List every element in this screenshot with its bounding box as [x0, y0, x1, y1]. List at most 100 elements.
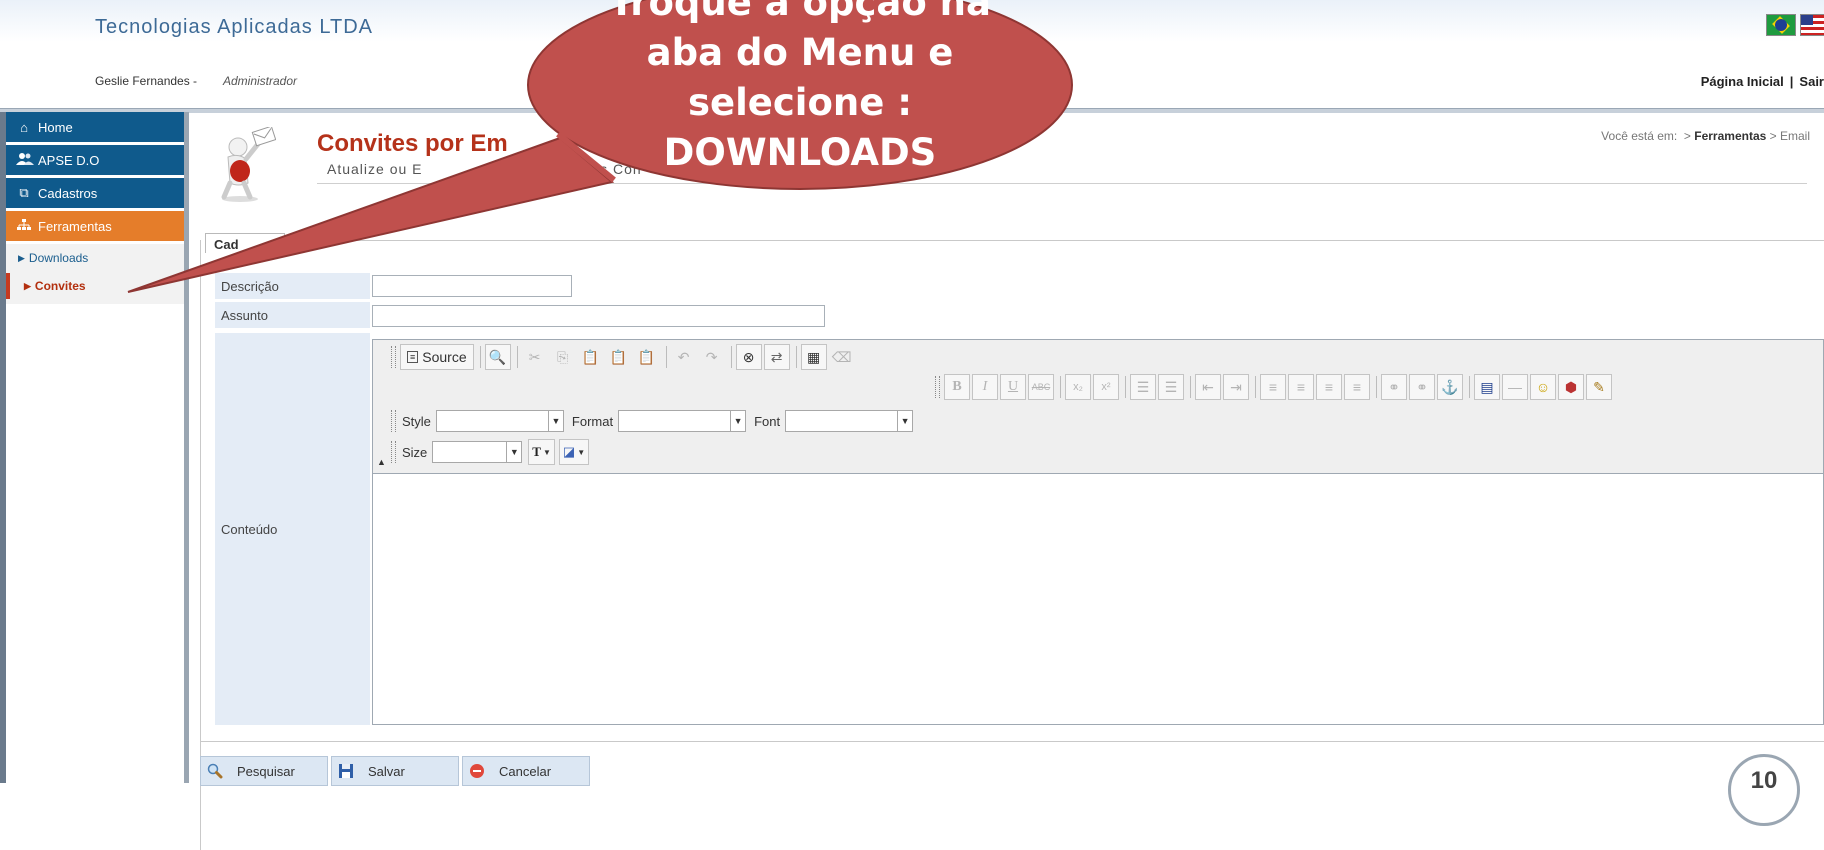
chevron-right-icon: ▶	[18, 252, 25, 263]
page-break-icon[interactable]: ✎	[1586, 374, 1612, 400]
replace-icon[interactable]: ⇄	[763, 344, 790, 370]
chevron-down-icon: ▼	[577, 447, 586, 457]
tab-cadastro[interactable]: Cad	[205, 233, 285, 253]
horizontal-rule-icon[interactable]: ―	[1502, 374, 1528, 400]
align-justify-icon[interactable]: ≡	[1344, 374, 1370, 400]
usa-flag-icon[interactable]	[1800, 14, 1824, 36]
superscript-icon[interactable]: x²	[1093, 374, 1119, 400]
select-all-icon[interactable]: ▦	[800, 344, 827, 370]
align-center-icon[interactable]: ≡	[1288, 374, 1314, 400]
toolbar-separator	[516, 346, 518, 368]
submenu-item-label: Convites	[34, 279, 86, 293]
underline-icon[interactable]: U	[1000, 374, 1026, 400]
size-value	[433, 442, 506, 462]
submenu-item-label: Downloads	[28, 251, 89, 265]
smiley-icon[interactable]: ☺	[1530, 374, 1556, 400]
logout-link[interactable]: Sair	[1799, 74, 1824, 89]
special-char-icon[interactable]: ⬢	[1558, 374, 1584, 400]
tab-divider	[205, 240, 1824, 241]
search-button[interactable]: Pesquisar	[200, 756, 328, 786]
link-icon[interactable]: ⚭	[1381, 374, 1407, 400]
submenu-item-convites[interactable]: ▶ Convites	[6, 273, 184, 299]
save-button[interactable]: Salvar	[331, 756, 459, 786]
floppy-disk-icon	[338, 763, 354, 779]
bold-icon[interactable]: B	[944, 374, 970, 400]
rich-text-editor: ≡ Source 🔍 ✂ ⎘ 📋 📋 📋 ↶ ↷ ⊗ ⇄ ▦ ⌫ B I U A…	[372, 339, 1824, 725]
format-value	[619, 411, 730, 431]
paste-text-icon[interactable]: 📋	[606, 344, 632, 370]
align-right-icon[interactable]: ≡	[1316, 374, 1342, 400]
bulleted-list-icon[interactable]: ☰	[1158, 374, 1184, 400]
paste-word-icon[interactable]: 📋	[634, 344, 660, 370]
preview-icon[interactable]: 🔍	[484, 344, 511, 370]
toolbar-grip	[391, 346, 396, 368]
page-subtitle-start: Atualize ou E	[327, 161, 423, 177]
outdent-icon[interactable]: ⇤	[1195, 374, 1221, 400]
chevron-down-icon: ▼	[897, 411, 912, 431]
background-color-button[interactable]: ◪ ▼	[558, 439, 590, 465]
callout-text: Troque a opção na aba do Menu e selecion…	[520, 0, 1080, 178]
chevron-right-icon: ▶	[24, 280, 31, 291]
toolbar-grip	[391, 410, 396, 432]
breadcrumb-section[interactable]: Ferramentas	[1694, 129, 1766, 143]
search-button-label: Pesquisar	[237, 763, 295, 779]
sidebar-item-ferramentas[interactable]: Ferramentas	[6, 211, 184, 242]
user-name: Geslie Fernandes -	[95, 74, 198, 88]
table-icon[interactable]: ▤	[1474, 374, 1500, 400]
style-value	[437, 411, 548, 431]
cut-icon[interactable]: ✂	[522, 344, 548, 370]
chevron-down-icon: ▼	[730, 411, 745, 431]
indent-icon[interactable]: ⇥	[1223, 374, 1249, 400]
format-label: Format	[571, 413, 614, 429]
size-select[interactable]: ▼	[432, 441, 523, 463]
sidebar-item-apse[interactable]: APSE D.O	[6, 145, 184, 176]
remove-format-icon[interactable]: ⌫	[829, 344, 855, 370]
main-content: Convites por Em Atualize ou Edos Con Voc…	[189, 112, 1824, 850]
font-select[interactable]: ▼	[785, 410, 914, 432]
submenu: ▶ Downloads ▶ Convites	[6, 244, 184, 304]
sidebar-item-cadastros[interactable]: ⧉ Cadastros	[6, 178, 184, 209]
italic-icon[interactable]: I	[972, 374, 998, 400]
source-button[interactable]: ≡ Source	[400, 344, 474, 370]
user-role: Administrador	[223, 74, 298, 88]
collapse-toolbar-icon[interactable]: ▲	[377, 457, 386, 467]
anchor-icon[interactable]: ⚓	[1437, 374, 1463, 400]
style-select[interactable]: ▼	[435, 410, 564, 432]
sidebar-item-home[interactable]: ⌂ Home	[6, 112, 184, 143]
find-icon[interactable]: ⊗	[735, 344, 762, 370]
toolbar-separator	[795, 346, 797, 368]
assunto-label: Assunto	[215, 302, 370, 328]
align-left-icon[interactable]: ≡	[1260, 374, 1286, 400]
brazil-flag-icon[interactable]	[1766, 14, 1796, 36]
magnifier-icon	[207, 763, 223, 779]
numbered-list-icon[interactable]: ☰	[1130, 374, 1156, 400]
conteudo-label: Conteúdo	[215, 333, 370, 725]
slide-number: 10	[1728, 754, 1800, 826]
sidebar-item-label: Cadastros	[38, 185, 98, 201]
undo-icon[interactable]: ↶	[671, 344, 697, 370]
sidebar-item-label: APSE D.O	[38, 152, 100, 168]
editor-content-area[interactable]	[373, 474, 1823, 724]
subscript-icon[interactable]: x₂	[1065, 374, 1091, 400]
breadcrumb-current: > Email	[1769, 129, 1810, 143]
format-select[interactable]: ▼	[618, 410, 747, 432]
descricao-input[interactable]	[372, 275, 572, 297]
toolbar-row-2: B I U ABC x₂ x² ☰ ☰ ⇤ ⇥ ≡ ≡ ≡ ≡ ⚭ ⚭ ⚓ ▤ …	[935, 374, 1614, 400]
strikethrough-icon[interactable]: ABC	[1028, 374, 1054, 400]
unlink-icon[interactable]: ⚭	[1409, 374, 1435, 400]
callout-line-3: selecione :	[687, 81, 913, 124]
assunto-input[interactable]	[372, 305, 825, 327]
save-button-label: Salvar	[368, 763, 405, 779]
chevron-down-icon: ▼	[506, 442, 521, 462]
home-page-link[interactable]: Página Inicial	[1701, 74, 1784, 89]
text-color-button[interactable]: T ▼	[528, 439, 555, 465]
sidebar-item-label: Ferramentas	[38, 218, 112, 234]
font-value	[786, 411, 897, 431]
submenu-item-downloads[interactable]: ▶ Downloads	[6, 245, 184, 271]
breadcrumb-arrow: >	[1683, 129, 1691, 143]
paste-icon[interactable]: 📋	[578, 344, 604, 370]
cancel-button[interactable]: Cancelar	[462, 756, 590, 786]
copy-icon[interactable]: ⎘	[550, 344, 576, 370]
redo-icon[interactable]: ↷	[699, 344, 725, 370]
link-separator: |	[1789, 74, 1794, 89]
